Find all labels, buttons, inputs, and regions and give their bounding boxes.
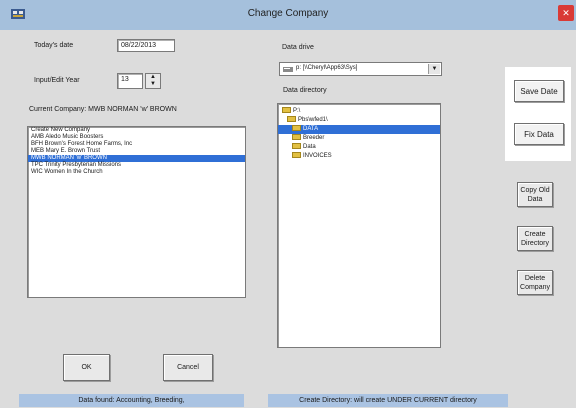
data-directory-label: Data directory (283, 87, 327, 94)
list-item[interactable]: P:\ (278, 107, 440, 116)
company-list[interactable]: Create New Company AMB Aledo Music Booste… (27, 126, 246, 298)
list-item[interactable]: MWB NORMAN 'w' BROWN (28, 155, 245, 162)
chevron-down-icon[interactable]: ▼ (428, 64, 440, 74)
ok-button[interactable]: OK (63, 354, 110, 381)
directory-name: Breeder (303, 135, 325, 141)
folder-icon (292, 125, 301, 132)
directory-name: P:\ (293, 108, 301, 114)
input-year-label: Input/Edit Year (34, 77, 80, 84)
list-item[interactable]: DATA (278, 125, 440, 134)
folder-icon (292, 152, 301, 159)
spin-up-icon[interactable]: ▲ (146, 74, 160, 81)
window-title: Change Company (247, 8, 329, 19)
close-icon[interactable]: ✕ (558, 5, 574, 21)
data-drive-value: p: [\\Cheryl\App63\Sys] (296, 65, 358, 71)
todays-date-field[interactable]: 08/22/2013 (117, 39, 175, 52)
drive-icon (283, 67, 293, 72)
folder-icon (282, 107, 291, 114)
directory-name: Data (303, 144, 316, 150)
input-year-field[interactable]: 13 (117, 73, 143, 89)
cancel-button[interactable]: Cancel (163, 354, 213, 381)
todays-date-label: Today's date (34, 42, 74, 49)
folder-icon (292, 134, 301, 141)
list-item[interactable]: MEB Mary E. Brown Trust (28, 148, 245, 155)
directory-name: Pbs\wfed1\ (298, 117, 328, 123)
directory-name: DATA (303, 126, 319, 132)
delete-company-button[interactable]: Delete Company (517, 270, 553, 295)
current-company-label: Current Company: MWB NORMAN 'w' BROWN (29, 106, 177, 113)
data-drive-label: Data drive (282, 44, 314, 51)
directory-name: INVOICES (303, 153, 332, 159)
title-bar[interactable]: Change Company ✕ (0, 0, 576, 30)
list-item[interactable]: BFH Brown's Forest Home Farms, Inc (28, 141, 245, 148)
year-spinner[interactable]: ▲ ▼ (145, 73, 161, 89)
fix-data-button[interactable]: Fix Data (514, 123, 564, 145)
copy-old-data-button[interactable]: Copy Old Data (517, 182, 553, 207)
data-drive-dropdown[interactable]: p: [\\Cheryl\App63\Sys] ▼ (279, 62, 442, 76)
status-create-directory-hint: Create Directory: will create UNDER CURR… (268, 394, 508, 407)
status-data-found: Data found: Accounting, Breeding, (19, 394, 244, 407)
folder-icon (292, 143, 301, 150)
list-item[interactable]: TPC Trinity Presbyterian Missions (28, 162, 245, 169)
list-item[interactable]: WIC Women In the Church (28, 169, 245, 176)
spin-down-icon[interactable]: ▼ (146, 81, 160, 88)
create-directory-button[interactable]: Create Directory (517, 226, 553, 251)
list-item[interactable]: Breeder (278, 134, 440, 143)
list-item[interactable]: Create New Company (28, 127, 245, 134)
directory-tree[interactable]: P:\ Pbs\wfed1\ DATA Breeder Data INVOICES (277, 103, 441, 348)
list-item[interactable]: AMB Aledo Music Boosters (28, 134, 245, 141)
folder-icon (287, 116, 296, 123)
list-item[interactable]: Pbs\wfed1\ (278, 116, 440, 125)
list-item[interactable]: Data (278, 143, 440, 152)
change-company-dialog: Change Company ✕ Today's date 08/22/2013… (0, 0, 576, 408)
list-item[interactable]: INVOICES (278, 152, 440, 161)
save-date-button[interactable]: Save Date (514, 80, 564, 102)
